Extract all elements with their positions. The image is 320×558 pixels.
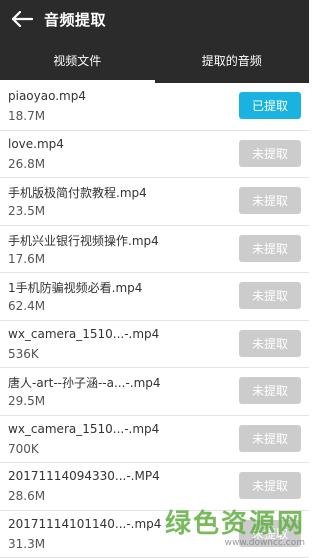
extract-button[interactable]: 未提取 — [239, 235, 301, 262]
list-item[interactable]: wx_camera_1510...-.mp4 700K 未提取 — [0, 416, 309, 464]
list-item[interactable]: 手机兴业银行视频操作.mp4 17.6M 未提取 — [0, 226, 309, 274]
list-item[interactable]: 手机版极简付款教程.mp4 23.5M 未提取 — [0, 178, 309, 226]
tab-extracted-audio[interactable]: 提取的音频 — [155, 38, 310, 83]
list-item[interactable]: 20171114094330...-.MP4 28.6M 未提取 — [0, 463, 309, 511]
file-size: 536K — [8, 347, 39, 361]
file-size: 62.4M — [8, 299, 45, 313]
file-name: 手机版极简付款教程.mp4 — [8, 184, 147, 201]
page-title: 音频提取 — [44, 9, 106, 30]
video-file-list: piaoyao.mp4 18.7M 已提取 love.mp4 26.8M 未提取… — [0, 83, 309, 558]
file-size: 18.7M — [8, 109, 45, 123]
file-size: 31.3M — [8, 537, 45, 551]
extract-button[interactable]: 未提取 — [239, 425, 301, 452]
list-item[interactable]: wx_camera_1510...-.mp4 536K 未提取 — [0, 321, 309, 369]
extract-button[interactable]: 未提取 — [239, 472, 301, 499]
file-size: 29.5M — [8, 394, 45, 408]
list-item[interactable]: 1手机防骗视频必看.mp4 62.4M 未提取 — [0, 273, 309, 321]
extract-button[interactable]: 未提取 — [239, 282, 301, 309]
file-name: 手机兴业银行视频操作.mp4 — [8, 232, 159, 249]
extract-button[interactable]: 未提取 — [239, 377, 301, 404]
extract-status-button[interactable]: 已提取 — [239, 92, 301, 119]
file-size: 26.8M — [8, 157, 45, 171]
file-name: wx_camera_1510...-.mp4 — [8, 327, 159, 341]
file-size: 23.5M — [8, 204, 45, 218]
file-name: wx_camera_1510...-.mp4 — [8, 422, 159, 436]
extract-button[interactable]: 未提取 — [239, 520, 301, 547]
back-arrow-icon — [11, 11, 33, 27]
file-name: 20171114101140...-.mp4 — [8, 517, 161, 531]
file-name: piaoyao.mp4 — [8, 89, 86, 103]
list-item[interactable]: 20171114101140...-.mp4 31.3M 未提取 — [0, 511, 309, 558]
file-name: love.mp4 — [8, 137, 64, 151]
file-name: 20171114094330...-.MP4 — [8, 469, 160, 483]
file-size: 28.6M — [8, 489, 45, 503]
tab-bar: 视频文件 提取的音频 — [0, 38, 309, 83]
extract-button[interactable]: 未提取 — [239, 187, 301, 214]
file-name: 1手机防骗视频必看.mp4 — [8, 279, 142, 296]
list-item[interactable]: piaoyao.mp4 18.7M 已提取 — [0, 83, 309, 131]
file-size: 17.6M — [8, 252, 45, 266]
list-item[interactable]: 唐人-art--孙子涵--a...-.mp4 29.5M 未提取 — [0, 368, 309, 416]
extract-button[interactable]: 未提取 — [239, 330, 301, 357]
list-item[interactable]: love.mp4 26.8M 未提取 — [0, 131, 309, 179]
app-header: 音频提取 — [0, 0, 309, 38]
tab-label: 视频文件 — [53, 52, 101, 69]
file-size: 700K — [8, 442, 39, 456]
tab-label: 提取的音频 — [202, 52, 262, 69]
extract-button[interactable]: 未提取 — [239, 140, 301, 167]
file-name: 唐人-art--孙子涵--a...-.mp4 — [8, 374, 161, 391]
back-button[interactable] — [0, 0, 44, 38]
tab-video-files[interactable]: 视频文件 — [0, 38, 155, 83]
